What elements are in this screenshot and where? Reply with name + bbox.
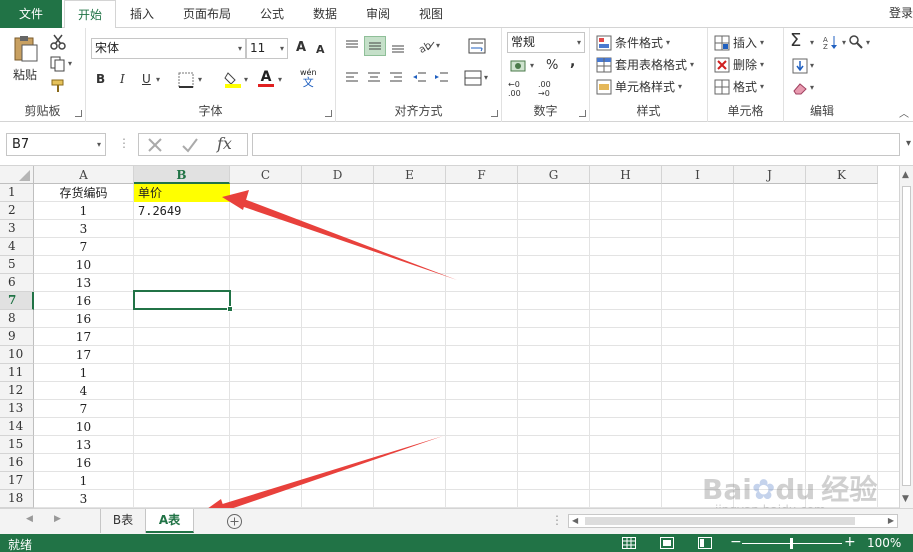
normal-view-icon[interactable]	[622, 537, 636, 549]
status-ready: 就绪	[8, 538, 33, 552]
page-layout-view-icon[interactable]	[660, 537, 674, 549]
annotation-arrow-to-sheet-tab	[216, 436, 443, 513]
next-sheet-icon[interactable]: ▶	[54, 514, 61, 524]
paw-icon: ✿	[751, 473, 776, 506]
add-sheet-icon[interactable]	[226, 513, 243, 530]
page-break-view-icon[interactable]	[698, 537, 712, 549]
zoom-level[interactable]: 100%	[867, 536, 901, 550]
sheet-tab-bar: ◀ ▶ B表 A表 ⋮ ◀ ▶	[0, 508, 913, 534]
scroll-left-icon[interactable]: ◀	[572, 515, 578, 527]
status-bar: 就绪 − + 100%	[0, 534, 913, 552]
scroll-right-icon[interactable]: ▶	[888, 515, 894, 527]
tab-splitter-icon[interactable]: ⋮	[551, 513, 563, 527]
zoom-slider-thumb[interactable]	[790, 538, 793, 549]
annotation-arrow-to-header	[241, 199, 457, 280]
watermark-logo: Bai✿du 经验	[702, 473, 878, 506]
horizontal-scrollbar[interactable]: ◀ ▶	[568, 514, 898, 528]
prev-sheet-icon[interactable]: ◀	[26, 514, 33, 524]
sheet-tab-a[interactable]: A表	[146, 509, 194, 533]
sheet-tab-b[interactable]: B表	[100, 509, 146, 533]
zoom-out-button[interactable]: −	[730, 534, 742, 550]
horizontal-scroll-thumb[interactable]	[585, 517, 855, 525]
zoom-in-button[interactable]: +	[844, 534, 856, 550]
zoom-slider[interactable]	[742, 538, 842, 549]
